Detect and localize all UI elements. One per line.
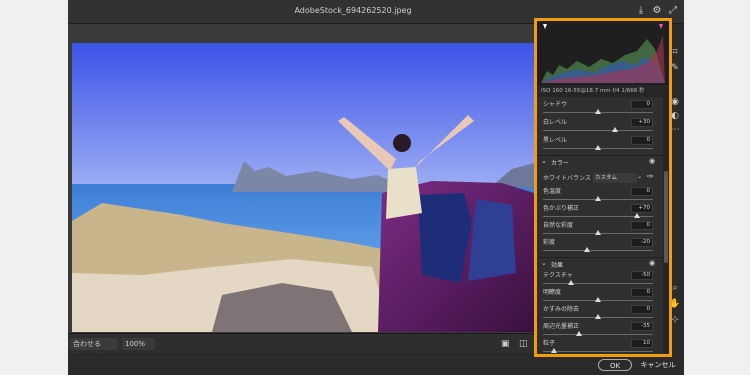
tone-value-input[interactable]: +30 — [631, 118, 653, 127]
gear-icon[interactable]: ⚙ — [650, 4, 664, 18]
effect-label: 周辺光量補正 — [543, 323, 580, 330]
effect-slider-thumb[interactable] — [595, 297, 601, 302]
effects-section-title: 効果 — [551, 262, 564, 269]
photo-preview — [72, 43, 534, 332]
effect-row: 周辺光量補正 -35 — [537, 322, 663, 340]
tone-value-input[interactable]: 0 — [631, 136, 653, 145]
tone-slider-track[interactable] — [543, 130, 653, 131]
exif-info: ISO 160 16-55@18.7 mm f/4 1/666 秒 — [537, 85, 669, 97]
effect-slider-thumb[interactable] — [595, 314, 601, 319]
effect-label: 明瞭度 — [543, 289, 562, 296]
save-icon[interactable]: ⤓ — [634, 4, 648, 18]
eye-icon[interactable]: ◉ — [649, 259, 655, 267]
view-bar: 合わせる (15.8%) 100% ▣ ◫ — [68, 333, 534, 360]
shadow-clip-icon[interactable] — [543, 24, 547, 29]
color-section-title: カラー — [551, 160, 570, 167]
color-row: 自然な彩度 0 — [537, 221, 663, 239]
color-slider-thumb[interactable] — [633, 213, 640, 218]
fullscreen-icon[interactable]: ⤢ — [666, 4, 680, 18]
tone-label: 黒レベル — [543, 137, 568, 144]
tone-value-input[interactable]: 0 — [631, 100, 653, 109]
color-label: 彩度 — [543, 239, 556, 246]
zoom-100-button[interactable]: 100% — [122, 338, 154, 350]
effect-row: 粒子 10 — [537, 339, 663, 354]
effect-value-input[interactable]: 10 — [631, 339, 653, 348]
effect-value-input[interactable]: -50 — [631, 271, 653, 280]
cancel-button[interactable]: キャンセル — [638, 359, 678, 371]
single-view-icon[interactable]: ▣ — [498, 338, 512, 350]
chevron-down-icon: ⌄ — [541, 259, 547, 267]
eyedropper-icon[interactable]: ✑ — [647, 172, 654, 181]
color-slider-thumb[interactable] — [595, 230, 601, 235]
tone-row: 白レベル +30 — [537, 118, 663, 136]
effect-value-input[interactable]: 0 — [631, 288, 653, 297]
eye-icon[interactable]: ◉ — [649, 157, 655, 165]
color-value-input[interactable]: 0 — [631, 187, 653, 196]
effect-slider-thumb[interactable] — [576, 331, 583, 336]
ok-button[interactable]: OK — [598, 359, 632, 371]
white-balance-row: ホワイトバランス カスタム ⌄ ✑ — [537, 171, 663, 185]
tone-label: シャドウ — [543, 101, 568, 108]
panel-scrollbar[interactable] — [663, 97, 669, 354]
effect-slider-thumb[interactable] — [551, 348, 557, 353]
effect-value-input[interactable]: 0 — [631, 305, 653, 314]
color-row: 色温度 0 — [537, 187, 663, 205]
color-label: 色温度 — [543, 188, 562, 195]
effect-value-input[interactable]: -35 — [631, 322, 653, 331]
tone-label: 白レベル — [543, 119, 568, 126]
color-value-input[interactable]: -20 — [631, 238, 653, 247]
compare-view-icon[interactable]: ◫ — [516, 338, 530, 350]
color-label: 自然な彩度 — [543, 222, 574, 229]
color-slider-thumb[interactable] — [584, 247, 590, 252]
effect-label: かすみの除去 — [543, 306, 580, 313]
effect-slider-track[interactable] — [543, 334, 653, 335]
white-balance-select[interactable]: カスタム — [593, 173, 637, 183]
highlight-clip-icon[interactable] — [659, 24, 663, 29]
fit-zoom-button[interactable]: 合わせる (15.8%) — [70, 338, 118, 360]
tone-slider-thumb[interactable] — [611, 127, 618, 132]
color-value-input[interactable]: 0 — [631, 221, 653, 230]
color-value-input[interactable]: +70 — [631, 204, 653, 213]
tone-row: シャドウ 0 — [537, 100, 663, 118]
effect-label: テクスチャ — [543, 272, 573, 279]
color-label: 色かぶり補正 — [543, 205, 580, 212]
tone-row: 黒レベル 0 — [537, 136, 663, 154]
chevron-down-icon: ⌄ — [637, 173, 643, 180]
effect-label: 粒子 — [543, 340, 556, 347]
tone-slider-thumb[interactable] — [595, 145, 601, 150]
effect-row: かすみの除去 0 — [537, 305, 663, 323]
tone-slider-thumb[interactable] — [595, 109, 601, 114]
color-row: 色かぶり補正 +70 — [537, 204, 663, 222]
color-section-header[interactable]: ⌄ カラー ◉ — [537, 155, 663, 167]
effect-row: 明瞭度 0 — [537, 288, 663, 306]
color-row: 彩度 -20 — [537, 238, 663, 256]
effects-section-header[interactable]: ⌄ 効果 ◉ — [537, 257, 663, 269]
color-slider-thumb[interactable] — [595, 196, 601, 201]
image-canvas[interactable] — [68, 24, 534, 333]
effect-slider-thumb[interactable] — [567, 280, 574, 285]
effect-slider-track[interactable] — [543, 283, 653, 284]
histogram — [537, 21, 669, 85]
color-slider-track[interactable] — [543, 250, 653, 251]
chevron-down-icon: ⌄ — [541, 157, 547, 165]
edit-panel: ISO 160 16-55@18.7 mm f/4 1/666 秒 シャドウ 0 白… — [534, 18, 672, 357]
window-title: AdobeStock_694262520.jpeg — [294, 6, 412, 15]
white-balance-label: ホワイトバランス — [543, 175, 591, 182]
effect-slider-track[interactable] — [543, 351, 653, 352]
effect-row: テクスチャ -50 — [537, 271, 663, 289]
